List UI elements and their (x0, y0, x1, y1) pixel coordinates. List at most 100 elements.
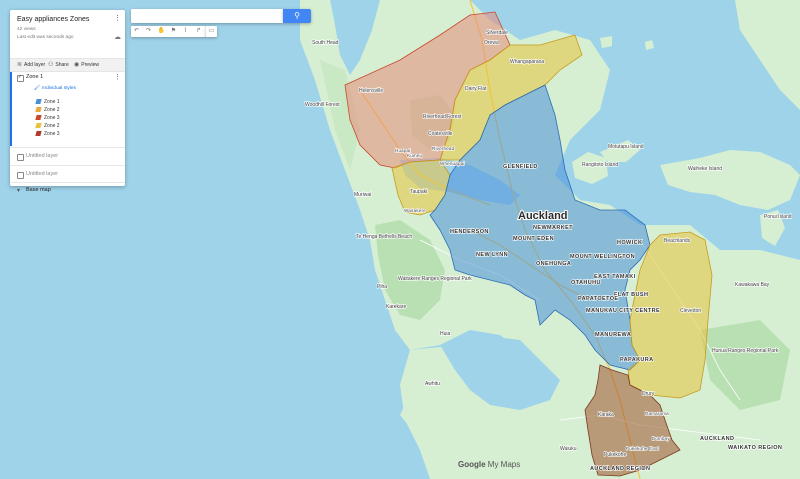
share-icon: ⚇ (48, 62, 54, 68)
search-button[interactable]: ⚲ (283, 9, 311, 23)
label-karaka: Karaka (598, 412, 614, 418)
add-layer-icon: ≋ (17, 62, 23, 68)
paint-roller-icon: 🖌 (34, 86, 41, 91)
label-woodhill: Woodhill Forest (305, 102, 340, 108)
line-icon[interactable]: ⌇ (181, 27, 190, 36)
polygon-icon (35, 115, 42, 120)
search-input[interactable] (131, 9, 283, 23)
ruler-icon[interactable]: ▭ (206, 26, 217, 37)
legend-item[interactable]: Zone 3 (35, 115, 60, 121)
label-piha: Piha (377, 284, 387, 290)
undo-icon[interactable]: ↶ (132, 27, 141, 36)
label-newmarket: NEWMARKET (533, 225, 573, 231)
label-kumeu: Kumeu (407, 153, 423, 158)
island-tiritiri (600, 36, 612, 48)
layer-options-icon[interactable]: ⋮ (114, 74, 121, 81)
label-flat-bush: FLAT BUSH (614, 292, 648, 298)
add-layer-button[interactable]: ≋ Add layer (17, 61, 45, 68)
label-riverhead: Riverhead (432, 146, 455, 151)
marker-icon[interactable]: ⚑ (169, 27, 178, 36)
label-south-head: South Head (312, 40, 339, 46)
label-karekare: Karekare (386, 304, 407, 310)
label-whangaparaoa: Whangaparaoa (510, 59, 544, 65)
label-papatoetoe: PAPATOETOE (578, 296, 618, 302)
label-otahuhu: OTAHUHU (571, 280, 601, 286)
layer-untitled-1-name[interactable]: Untitled layer (26, 153, 58, 159)
divider (10, 182, 125, 183)
label-mount-wellington: MOUNT WELLINGTON (570, 254, 635, 260)
panel-actions-bar: ≋ Add layer ⚇ Share ◉ Preview (10, 58, 125, 72)
label-rangitoto: Rangitoto Island (582, 162, 618, 168)
label-drury: Drury (642, 391, 655, 397)
label-auckland: Auckland (518, 210, 568, 222)
individual-styles-link[interactable]: 🖌 Individual styles (34, 86, 76, 91)
layer-untitled-2-checkbox[interactable] (17, 172, 24, 179)
google-my-maps-logo: Google My Maps (458, 460, 521, 469)
layer-zone1-checkbox[interactable] (17, 74, 24, 82)
label-glenfield: GLENFIELD (503, 164, 538, 170)
label-howick: HOWICK (617, 240, 642, 246)
label-riverhead-forest: Riverhead Forest (423, 114, 462, 120)
layer-untitled-2-name[interactable]: Untitled layer (26, 171, 58, 177)
label-orewa: Orewa (484, 40, 499, 46)
hand-icon[interactable]: ✋ (157, 27, 166, 36)
label-hunua-ranges: Hunua Ranges Regional Park (712, 348, 779, 354)
label-ramarama: Ramarama (645, 411, 669, 416)
divider (10, 147, 125, 148)
preview-button[interactable]: ◉ Preview (74, 61, 99, 68)
search-icon: ⚲ (294, 11, 300, 20)
label-kawakawa: Kawakawa Bay (735, 282, 770, 288)
active-layer-indicator (10, 72, 12, 146)
views-count: 42 views (17, 27, 36, 32)
label-new-lynn: NEW LYNN (476, 252, 508, 258)
legend-item[interactable]: Zone 2 (35, 123, 60, 129)
legend-item[interactable]: Zone 3 (35, 131, 60, 137)
label-waitakere: Waitakere (404, 208, 426, 213)
map-toolbar: ↶ ↷ ✋ ⚑ ⌇ ↱ (131, 26, 206, 37)
directions-icon[interactable]: ↱ (194, 27, 203, 36)
more-options-icon[interactable]: ⋮ (114, 15, 121, 22)
label-taupaki: Taupaki (410, 189, 427, 195)
label-auckland-region: AUCKLAND REGION (590, 466, 650, 472)
label-bombay: Bombay (652, 436, 670, 441)
label-huia: Huia (440, 331, 451, 337)
label-mount-eden: MOUNT EDEN (513, 236, 554, 242)
cloud-saved-icon: ☁ (114, 34, 121, 41)
layers-panel: Easy appliances Zones 42 views Last edit… (10, 10, 125, 194)
label-waiuku: Waiuku (560, 446, 577, 452)
label-waitakere-ranges: Waitakere Ranges Regional Park (398, 276, 472, 282)
label-papakura: PAPAKURA (620, 357, 654, 363)
label-waikato-region: WAIKATO REGION (728, 445, 782, 451)
redo-icon[interactable]: ↷ (144, 27, 153, 36)
label-te-henga: Te Henga Bethells Beach (356, 234, 412, 240)
label-huapai: Huapai (395, 148, 410, 153)
label-pukekohe: Pukekohe (604, 452, 626, 458)
label-waiheke: Waiheke Island (688, 166, 722, 172)
layer-untitled-1-checkbox[interactable] (17, 154, 24, 161)
label-helensville: Helensville (359, 88, 383, 94)
legend-item[interactable]: Zone 2 (35, 107, 60, 113)
layer-zone1-name[interactable]: Zone 1 (26, 74, 43, 80)
label-muriwai: Muriwai (354, 192, 371, 198)
label-motutapu: Motutapu Island (608, 144, 644, 150)
map-title[interactable]: Easy appliances Zones (17, 16, 89, 23)
share-button[interactable]: ⚇ Share (48, 61, 69, 68)
label-dairy-flat: Dairy Flat (465, 86, 487, 92)
last-edit-status: Last edit was seconds ago (17, 35, 74, 40)
label-awhitu: Awhitu (425, 381, 440, 387)
polygon-icon (35, 99, 42, 104)
label-coatesville: Coatesville (428, 131, 453, 137)
label-clevedon: Clevedon (680, 308, 701, 314)
base-map-chevron-icon[interactable]: ▾ (17, 187, 20, 194)
label-whenuapai: Whenuapai (440, 161, 465, 166)
legend-item[interactable]: Zone 1 (35, 99, 60, 105)
eye-icon: ◉ (74, 62, 80, 68)
polygon-icon (35, 123, 42, 128)
label-henderson: HENDERSON (450, 229, 489, 235)
label-pukekohe-east: Pukekohe East (626, 446, 659, 451)
label-manukau: MANUKAU CITY CENTRE (586, 308, 660, 314)
label-manurewa: MANUREWA (595, 332, 631, 338)
label-onehunga: ONEHUNGA (536, 261, 571, 267)
base-map-toggle[interactable]: Base map (26, 187, 51, 193)
label-beachlands: Beachlands (664, 238, 691, 244)
